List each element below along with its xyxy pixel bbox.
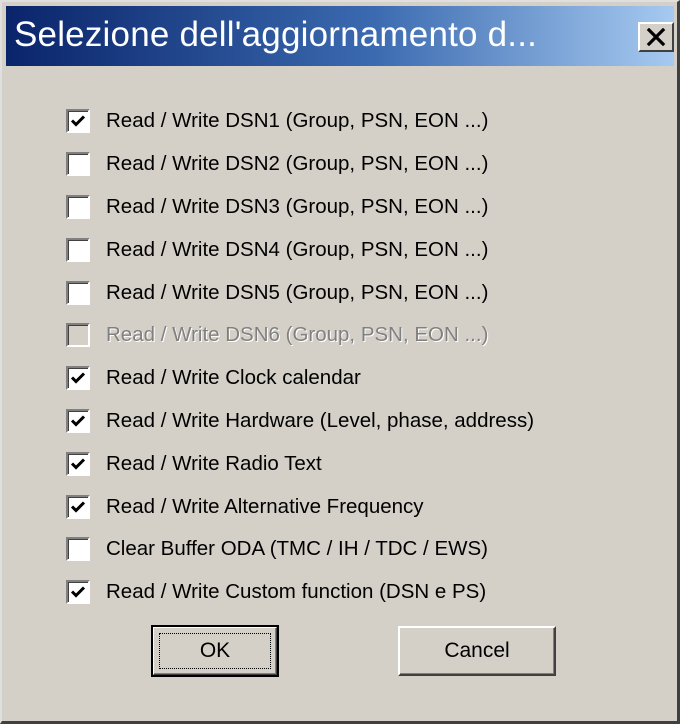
option-row[interactable]: Read / Write Clock calendar [66, 357, 646, 400]
option-label: Read / Write Radio Text [106, 451, 322, 475]
checkbox-checked[interactable] [66, 408, 90, 433]
dialog-window: Selezione dell'aggiornamento d... Read /… [0, 0, 680, 724]
option-label: Read / Write DSN6 (Group, PSN, EON ...) [106, 323, 489, 347]
option-row[interactable]: Clear Buffer ODA (TMC / IH / TDC / EWS) [66, 528, 646, 571]
checkbox-checked[interactable] [66, 109, 90, 134]
option-label: Read / Write DSN2 (Group, PSN, EON ...) [106, 152, 489, 176]
option-label: Read / Write DSN1 (Group, PSN, EON ...) [106, 109, 489, 133]
close-button[interactable] [638, 22, 674, 52]
dialog-title: Selezione dell'aggiornamento d... [14, 15, 538, 54]
option-row[interactable]: Read / Write DSN2 (Group, PSN, EON ...) [66, 143, 646, 186]
checkbox-unchecked[interactable] [66, 280, 90, 305]
option-row[interactable]: Read / Write DSN5 (Group, PSN, EON ...) [66, 271, 646, 314]
close-icon [646, 28, 666, 46]
option-label: Read / Write DSN5 (Group, PSN, EON ...) [106, 280, 489, 304]
option-row[interactable]: Read / Write DSN4 (Group, PSN, EON ...) [66, 228, 646, 271]
checkbox-checked[interactable] [66, 494, 90, 519]
ok-button[interactable]: OK [151, 625, 279, 677]
checkbox-checked[interactable] [66, 451, 90, 476]
option-label: Read / Write DSN3 (Group, PSN, EON ...) [106, 194, 489, 218]
option-label: Read / Write Custom function (DSN e PS) [106, 580, 487, 604]
checkbox-checked[interactable] [66, 580, 90, 605]
checkbox-unchecked[interactable] [66, 537, 90, 562]
options-list: Read / Write DSN1 (Group, PSN, EON ...) R… [66, 100, 646, 614]
option-row[interactable]: Read / Write Radio Text [66, 442, 646, 485]
focus-rectangle [159, 633, 271, 669]
checkbox-unchecked[interactable] [66, 237, 90, 262]
checkbox-unchecked[interactable] [66, 194, 90, 219]
option-row[interactable]: Read / Write Custom function (DSN e PS) [66, 571, 646, 614]
option-label: Clear Buffer ODA (TMC / IH / TDC / EWS) [106, 537, 488, 561]
title-bar[interactable]: Selezione dell'aggiornamento d... [6, 6, 674, 66]
cancel-button-label: Cancel [444, 639, 510, 662]
option-row[interactable]: Read / Write Alternative Frequency [66, 485, 646, 528]
option-label: Read / Write Clock calendar [106, 366, 361, 390]
checkbox-unchecked [66, 323, 90, 348]
option-row[interactable]: Read / Write Hardware (Level, phase, add… [66, 400, 646, 443]
option-label: Read / Write Hardware (Level, phase, add… [106, 408, 535, 432]
cancel-button[interactable]: Cancel [398, 626, 556, 676]
option-label: Read / Write Alternative Frequency [106, 494, 424, 518]
option-row[interactable]: Read / Write DSN3 (Group, PSN, EON ...) [66, 186, 646, 229]
option-label: Read / Write DSN4 (Group, PSN, EON ...) [106, 237, 489, 261]
option-row[interactable]: Read / Write DSN1 (Group, PSN, EON ...) [66, 100, 646, 143]
option-row: Read / Write DSN6 (Group, PSN, EON ...) [66, 314, 646, 357]
checkbox-unchecked[interactable] [66, 152, 90, 177]
checkbox-checked[interactable] [66, 366, 90, 391]
